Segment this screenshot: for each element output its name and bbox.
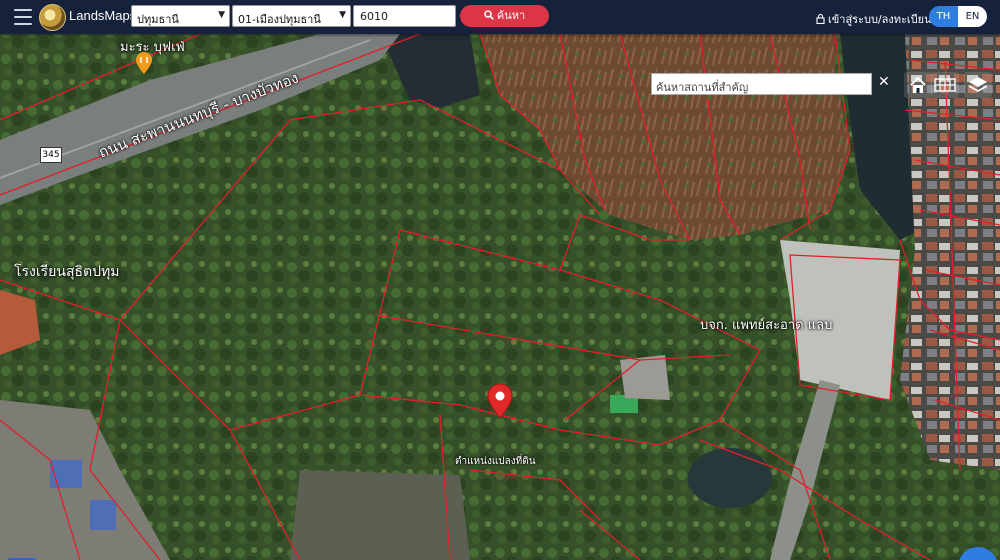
restaurant-icon[interactable]: [135, 52, 153, 74]
map-view[interactable]: มะระ บุฟเฟ่ ถนน สะพานนนทบุรี - บางบัวทอง…: [0, 34, 1000, 560]
search-icon: [484, 10, 494, 20]
location-pin-icon[interactable]: [487, 384, 513, 418]
layers-icon: [968, 77, 988, 93]
satellite-map[interactable]: [0, 34, 1000, 560]
road-number-badge: 345: [40, 147, 62, 163]
login-link[interactable]: เข้าสู่ระบบ/ลงทะเบียน: [816, 10, 932, 28]
grid-icon: [934, 78, 956, 92]
landsmaps-logo[interactable]: [39, 4, 66, 31]
home-button[interactable]: [904, 72, 932, 98]
hamburger-menu-icon[interactable]: [14, 9, 32, 25]
brand-name: LandsMaps: [69, 8, 137, 23]
province-select-value: ปทุมธานี: [137, 13, 179, 26]
parcel-location-label: ตำแหน่งแปลงที่ดิน: [455, 456, 536, 467]
chevron-down-icon: ▼: [339, 10, 346, 20]
top-bar: LandsMaps ปทุมธานี ▼ 01-เมืองปทุมธานี ▼ …: [0, 0, 1000, 34]
language-switcher: TH EN: [929, 6, 987, 27]
chevron-down-icon: ▼: [218, 10, 225, 20]
grid-button[interactable]: [931, 72, 959, 98]
lang-en-button[interactable]: EN: [958, 6, 987, 27]
login-label: เข้าสู่ระบบ/ลงทะเบียน: [828, 13, 932, 26]
home-icon: [910, 76, 926, 93]
parcel-number-input[interactable]: 6010: [353, 5, 456, 27]
user-icon: [816, 13, 825, 25]
school-label[interactable]: โรงเรียนสุธิตปทุม: [14, 261, 119, 283]
province-select[interactable]: ปทุมธานี ▼: [131, 5, 230, 27]
lang-th-button[interactable]: TH: [929, 6, 958, 27]
district-select[interactable]: 01-เมืองปทุมธานี ▼: [232, 5, 351, 27]
search-button[interactable]: ค้นหา: [460, 5, 549, 27]
layers-button[interactable]: [964, 72, 992, 98]
district-select-value: 01-เมืองปทุมธานี: [238, 13, 321, 26]
close-icon[interactable]: ✕: [878, 74, 894, 92]
search-button-label: ค้นหา: [496, 9, 526, 22]
place-search-input[interactable]: ค้นหาสถานที่สำคัญ: [651, 73, 872, 95]
company-label[interactable]: บจก. แพทย์สะอาด แลบ: [700, 314, 832, 335]
